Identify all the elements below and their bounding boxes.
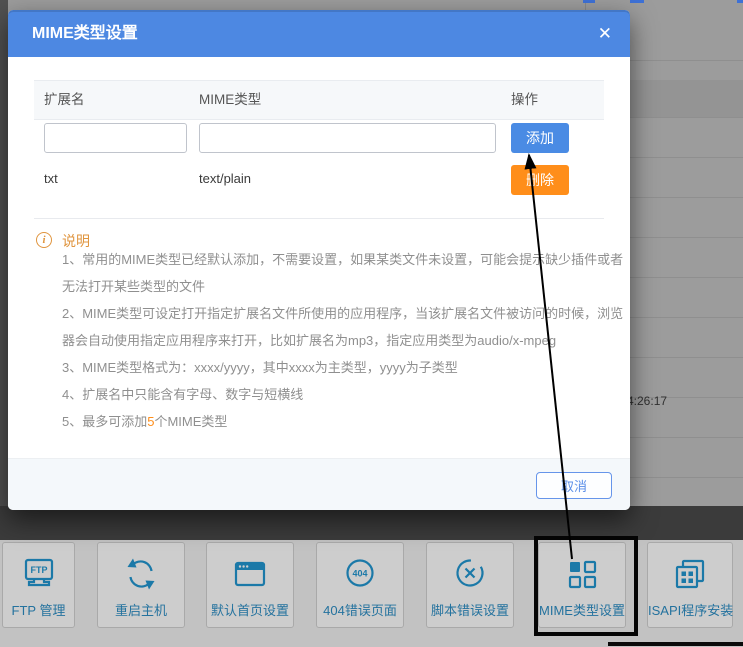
toolbar-fragment (630, 0, 644, 3)
info-icon: i (36, 232, 52, 248)
close-icon[interactable]: ✕ (598, 10, 612, 57)
column-header-extension: 扩展名 (44, 81, 85, 119)
card-isapi-install[interactable]: ISAPI程序安装 (647, 542, 733, 628)
note-line: 2、MIME类型可设定打开指定扩展名文件所使用的应用程序，当该扩展名文件被访问的… (62, 300, 618, 327)
card-404-page[interactable]: 404 404错误页面 (316, 542, 404, 628)
mime-table-header: 扩展名 MIME类型 操作 (34, 80, 604, 120)
note-line: 4、扩展名中只能含有字母、数字与短横线 (62, 381, 618, 408)
mime-settings-dialog: MIME类型设置 ✕ 扩展名 MIME类型 操作 添加 txt text/pla… (8, 10, 630, 510)
card-label: FTP 管理 (3, 600, 74, 619)
cancel-button[interactable]: 取消 (536, 472, 612, 499)
card-default-index[interactable]: 默认首页设置 (206, 542, 294, 628)
annotation-highlight-box (534, 536, 638, 636)
svg-text:FTP: FTP (30, 565, 47, 575)
ftp-monitor-icon: FTP (3, 554, 74, 594)
dark-section-divider (0, 506, 743, 540)
svg-text:404: 404 (352, 569, 367, 579)
note-line: 1、常用的MIME类型已经默认添加，不需要设置，如果某类文件未设置，可能会提示缺… (62, 246, 618, 273)
left-shadow-strip (0, 0, 8, 506)
toolbar-fragment (583, 0, 595, 3)
card-label: ISAPI程序安装 (648, 600, 732, 619)
restart-icon (98, 554, 184, 594)
delete-button[interactable]: 删除 (511, 165, 569, 195)
card-label: 脚本错误设置 (427, 600, 513, 619)
card-label: 重启主机 (98, 600, 184, 619)
card-label: 默认首页设置 (207, 600, 293, 619)
404-circle-icon: 404 (317, 554, 403, 594)
toolbar-fragment (737, 0, 743, 3)
script-error-icon (427, 554, 513, 594)
extension-input[interactable] (44, 123, 187, 153)
add-button[interactable]: 添加 (511, 123, 569, 153)
card-restart-host[interactable]: 重启主机 (97, 542, 185, 628)
notes-divider (34, 218, 604, 219)
dialog-footer: 取消 (8, 458, 630, 510)
timestamp-text: 4:26:17 (627, 394, 667, 408)
notes-list: 1、常用的MIME类型已经默认添加，不需要设置，如果某类文件未设置，可能会提示缺… (62, 246, 618, 435)
row-mime-value: text/plain (199, 171, 251, 186)
mime-type-input[interactable] (199, 123, 496, 153)
note-line: 5、最多可添加5个MIME类型 (62, 408, 618, 435)
card-ftp-manage[interactable]: FTP FTP 管理 (2, 542, 75, 628)
isapi-stack-icon (648, 554, 732, 594)
note-line: 器会自动使用指定应用程序来打开，比如扩展名为mp3，指定应用类型为audio/x… (62, 327, 618, 354)
row-extension-value: txt (44, 171, 58, 186)
browser-window-icon (207, 554, 293, 594)
card-script-error[interactable]: 脚本错误设置 (426, 542, 514, 628)
dialog-header: MIME类型设置 ✕ (8, 10, 630, 57)
column-header-operation: 操作 (511, 81, 538, 119)
dialog-title: MIME类型设置 (32, 10, 138, 57)
note-line: 无法打开某些类型的文件 (62, 273, 618, 300)
note-line: 3、MIME类型格式为：xxxx/yyyy，其中xxxx为主类型，yyyy为子类… (62, 354, 618, 381)
card-label: 404错误页面 (317, 600, 403, 619)
column-header-mime-type: MIME类型 (199, 81, 261, 119)
annotation-line-fragment (608, 642, 743, 646)
